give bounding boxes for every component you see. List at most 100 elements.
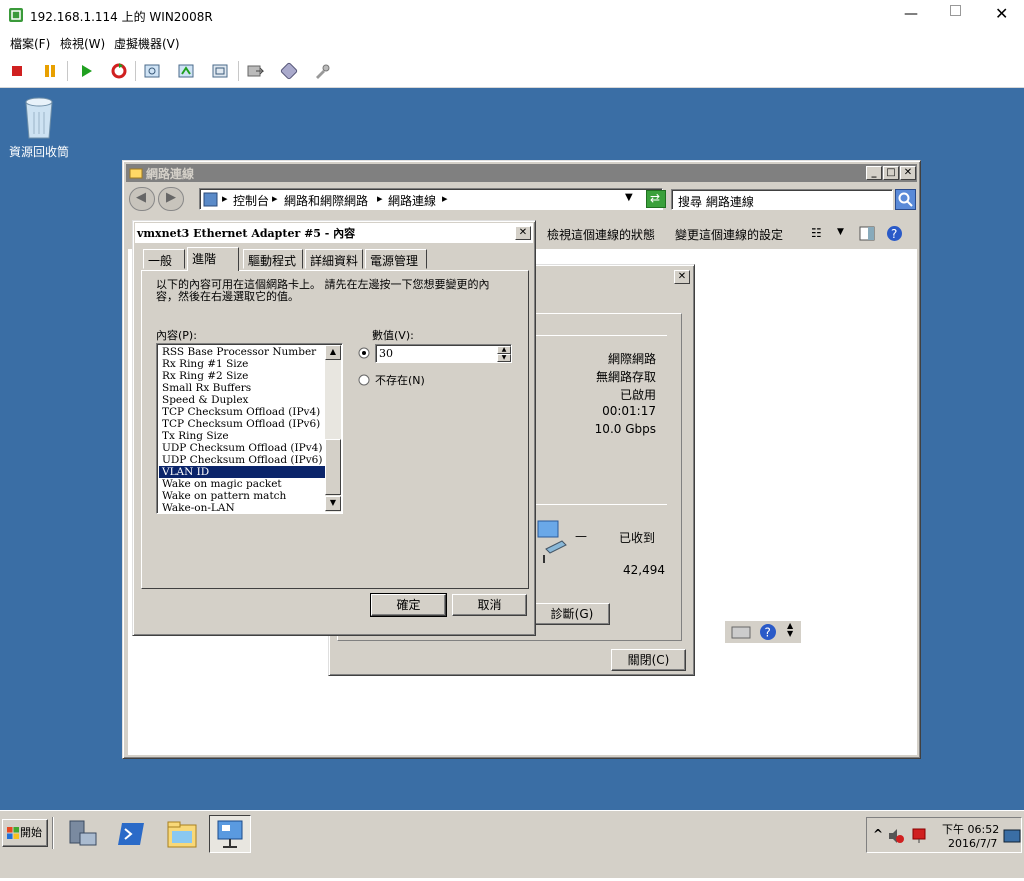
forward-button[interactable]: ▶	[158, 187, 184, 211]
reset-button[interactable]	[107, 59, 131, 83]
play-button[interactable]	[74, 59, 98, 83]
powershell-icon[interactable]	[116, 819, 146, 849]
help-icon[interactable]: ?	[759, 623, 777, 641]
property-list-item[interactable]: Small Rx Buffers	[159, 382, 325, 394]
show-desktop-icon[interactable]	[1003, 829, 1021, 843]
search-input[interactable]: 搜尋 網路連線	[671, 189, 893, 210]
vm-settings-button[interactable]	[277, 59, 301, 83]
close-icon[interactable]: ✕	[674, 270, 690, 284]
close-icon[interactable]: ✕	[900, 166, 916, 180]
address-dropdown-icon[interactable]: ▼	[625, 192, 633, 203]
tab-driver[interactable]: 驅動程式	[243, 249, 303, 269]
preview-pane-icon[interactable]	[859, 226, 875, 241]
search-button[interactable]	[895, 189, 916, 210]
command-view-status[interactable]: 檢視這個連線的狀態	[547, 226, 655, 243]
menu-vm[interactable]: 虛擬機器(V)	[114, 35, 180, 52]
minimize-icon[interactable]: _	[866, 166, 882, 180]
property-list-item[interactable]: Speed & Duplex	[159, 394, 325, 406]
property-list-item[interactable]: VLAN ID	[159, 466, 325, 478]
keyboard-icon[interactable]	[731, 624, 751, 640]
property-list-item[interactable]: UDP Checksum Offload (IPv4)	[159, 442, 325, 454]
spin-up-icon[interactable]: ▲	[497, 346, 511, 354]
pause-button[interactable]	[38, 59, 62, 83]
status-connectivity: 網際網路	[607, 352, 656, 366]
views-icon[interactable]: ☷	[811, 226, 822, 240]
tray-expand-icon[interactable]: ^	[873, 827, 883, 841]
stop-button[interactable]	[5, 59, 29, 83]
clock-time[interactable]: 下午 06:52	[942, 821, 999, 837]
breadcrumb-network-internet[interactable]: 網路和網際網路	[284, 192, 368, 209]
scroll-thumb[interactable]	[325, 439, 341, 495]
property-list-item[interactable]: TCP Checksum Offload (IPv6)	[159, 418, 325, 430]
cancel-button[interactable]: 取消	[452, 594, 527, 616]
console-icon	[247, 65, 264, 77]
forward-arrow-icon: ▶	[166, 190, 176, 205]
network-taskbar-button[interactable]	[209, 815, 251, 853]
address-bar[interactable]: ▸ 控制台 ▸ 網路和網際網路 ▸ 網路連線 ▸ ▼	[199, 188, 663, 210]
recycle-bin[interactable]: 資源回收筒	[4, 94, 74, 160]
property-list: RSS Base Processor Number Rx Ring #1 Size…	[159, 346, 325, 513]
close-icon[interactable]: ✕	[995, 4, 1008, 23]
property-list-item[interactable]: Wake-on-LAN	[159, 502, 325, 513]
breadcrumb-control-panel[interactable]: 控制台	[233, 192, 269, 209]
property-list-item[interactable]: UDP Checksum Offload (IPv6)	[159, 454, 325, 466]
spin-down-icon[interactable]: ▼	[497, 354, 511, 362]
tab-advanced[interactable]: 進階	[187, 247, 239, 271]
advanced-tab-panel: 以下的內容可用在這個網路卡上。 請先在左邊按一下您想要變更的內容，然後在右邊選取…	[141, 270, 529, 589]
tab-details[interactable]: 詳細資料	[305, 249, 363, 269]
server-manager-icon[interactable]	[66, 817, 100, 851]
snapshot-manager-button[interactable]	[208, 59, 232, 83]
volume-muted-icon[interactable]	[887, 827, 905, 845]
property-list-item[interactable]: Rx Ring #2 Size	[159, 370, 325, 382]
property-scrollbar[interactable]: ▲ ▼	[325, 345, 341, 512]
maximize-icon[interactable]	[950, 5, 961, 16]
back-button[interactable]: ◀	[129, 187, 155, 211]
help-icon[interactable]: ?	[886, 225, 903, 242]
value-spin-input[interactable]: 30 ▲ ▼	[375, 344, 512, 363]
tools-button[interactable]	[310, 59, 334, 83]
property-list-item[interactable]: Tx Ring Size	[159, 430, 325, 442]
maximize-icon[interactable]: □	[883, 166, 899, 180]
menu-view[interactable]: 檢視(W)	[60, 35, 105, 52]
property-list-item[interactable]: TCP Checksum Offload (IPv4)	[159, 406, 325, 418]
property-list-item[interactable]: Wake on pattern match	[159, 490, 325, 502]
snapshot-button[interactable]	[140, 59, 164, 83]
property-list-item[interactable]: RSS Base Processor Number	[159, 346, 325, 358]
revert-snapshot-button[interactable]	[174, 59, 198, 83]
ok-button[interactable]: 確定	[370, 593, 447, 617]
views-dropdown-icon[interactable]: ▼	[837, 227, 844, 237]
windows-logo-icon	[7, 827, 19, 839]
pause-icon	[45, 65, 55, 77]
tab-power-management[interactable]: 電源管理	[365, 249, 427, 269]
network-window-title: 網路連線	[146, 167, 195, 181]
minimize-icon[interactable]: —	[904, 6, 918, 22]
property-list-item[interactable]: Rx Ring #1 Size	[159, 358, 325, 370]
start-button[interactable]: 開始	[2, 819, 48, 847]
value-label: 數值(V):	[372, 329, 414, 342]
property-listbox[interactable]: RSS Base Processor Number Rx Ring #1 Size…	[156, 343, 343, 514]
language-bar-options-icon[interactable]: ▲ ▼	[787, 622, 793, 638]
close-icon[interactable]: ✕	[515, 226, 531, 240]
diagnose-button[interactable]: 診斷(G)	[534, 603, 610, 625]
property-list-item[interactable]: Wake on magic packet	[159, 478, 325, 490]
explorer-icon[interactable]	[166, 819, 198, 851]
not-present-radio[interactable]	[358, 374, 370, 386]
menu-file[interactable]: 檔案(F)	[10, 35, 50, 52]
vm-settings-icon	[280, 62, 298, 80]
value-radio[interactable]	[358, 347, 370, 359]
tab-general[interactable]: 一般	[143, 249, 185, 269]
start-label: 開始	[20, 826, 42, 839]
clock-date[interactable]: 2016/7/7	[948, 837, 997, 850]
tab-strip: 一般 進階 驅動程式 詳細資料 電源管理	[141, 247, 529, 271]
breadcrumb-network-connections[interactable]: 網路連線	[388, 192, 436, 209]
network-tray-icon[interactable]	[911, 827, 927, 845]
console-button[interactable]	[243, 59, 267, 83]
close-button[interactable]: 關閉(C)	[611, 649, 686, 671]
value-text: 30	[379, 347, 393, 360]
scroll-down-icon[interactable]: ▼	[325, 496, 341, 511]
command-change-settings[interactable]: 變更這個連線的設定	[675, 226, 783, 243]
refresh-button[interactable]: ⇄	[646, 190, 666, 208]
snapshot-manager-icon	[212, 64, 228, 78]
recycle-bin-icon	[25, 97, 53, 139]
scroll-up-icon[interactable]: ▲	[325, 345, 341, 360]
